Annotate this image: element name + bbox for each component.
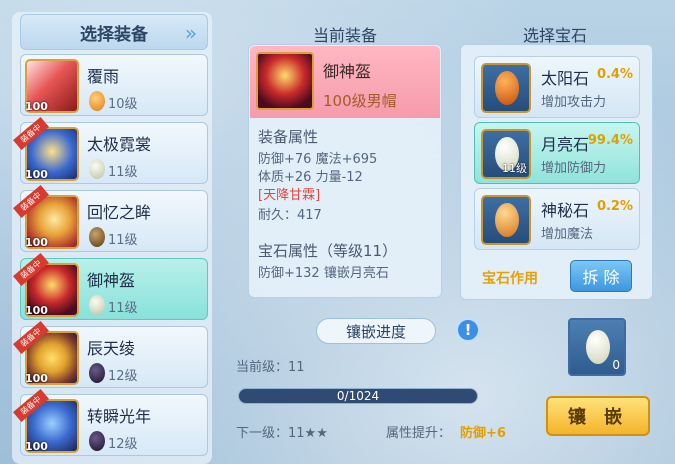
equipment-level: 100 bbox=[25, 100, 48, 113]
equipment-level: 100 bbox=[25, 372, 48, 385]
progress-text: 0/1024 bbox=[336, 389, 380, 403]
special-effect: [天降甘霖] bbox=[258, 188, 321, 203]
gem-percentage: 0.4% bbox=[596, 67, 633, 82]
gem-description: 增加攻击力 bbox=[541, 95, 607, 110]
sun-gem-icon bbox=[89, 91, 105, 111]
gem-level: 11级 bbox=[108, 301, 138, 316]
gem-name: 神秘石 bbox=[541, 201, 590, 220]
gem-row[interactable]: 神秘石 0.2% 增加魔法 bbox=[474, 188, 640, 250]
equipment-name: 回忆之眸 bbox=[87, 203, 152, 222]
equipment-name: 太极霓裳 bbox=[87, 135, 152, 154]
sun-gem-icon bbox=[481, 63, 531, 113]
current-equipment-type: 100级男帽 bbox=[323, 92, 397, 110]
attribute-line: 防御+76 魔法+695 bbox=[258, 152, 378, 167]
gem-level: 12级 bbox=[108, 437, 138, 452]
progress-bar: 0/1024 bbox=[238, 388, 478, 404]
equipment-item[interactable]: 装备中 100 太极霓裳 11级 bbox=[13, 116, 208, 184]
gem-name: 太阳石 bbox=[541, 69, 590, 88]
attribute-boost-label: 属性提升： bbox=[386, 426, 452, 441]
moon-gem-icon bbox=[586, 330, 610, 364]
mystery-gem-icon bbox=[481, 195, 531, 245]
gem-description: 增加防御力 bbox=[541, 161, 607, 176]
equipment-item-selected[interactable]: 装备中 100 御神盔 11级 bbox=[13, 252, 208, 320]
equipment-level: 100 bbox=[25, 236, 48, 249]
attribute-boost-value: 防御+6 bbox=[460, 426, 506, 441]
next-level: 下一级：11★★ bbox=[236, 426, 328, 441]
gem-level: 10级 bbox=[108, 97, 138, 112]
gem-percentage: 0.2% bbox=[596, 199, 633, 214]
moon-gem-icon bbox=[89, 159, 105, 179]
equipment-name: 转瞬光年 bbox=[87, 407, 152, 426]
equipment-item[interactable]: 100 覆雨 10级 bbox=[20, 54, 208, 116]
gem-percentage: 99.4% bbox=[587, 133, 633, 148]
gem-level: 12级 bbox=[108, 369, 138, 384]
gem-row-selected[interactable]: 11级 月亮石 99.4% 增加防御力 bbox=[474, 122, 640, 184]
gem-count: 11级 bbox=[502, 162, 527, 175]
gem-slot[interactable]: 0 bbox=[568, 318, 626, 376]
inlay-button[interactable]: 镶 嵌 bbox=[546, 396, 650, 436]
gem-description: 增加魔法 bbox=[541, 227, 594, 242]
equipment-name: 御神盔 bbox=[87, 271, 136, 290]
black-gem-icon bbox=[89, 431, 105, 451]
current-equipment-title: 当前装备 bbox=[312, 26, 377, 45]
equipment-level: 100 bbox=[25, 440, 48, 453]
moon-gem-icon bbox=[89, 295, 105, 315]
helmet-icon bbox=[256, 52, 314, 110]
current-level: 当前级：11 bbox=[236, 360, 305, 375]
equipment-name: 辰天绫 bbox=[87, 339, 136, 358]
gem-row[interactable]: 太阳石 0.4% 增加攻击力 bbox=[474, 56, 640, 118]
equipment-level: 100 bbox=[25, 304, 48, 317]
gem-name: 月亮石 bbox=[541, 135, 590, 154]
current-equipment-name: 御神盔 bbox=[323, 62, 372, 81]
gem-level: 11级 bbox=[108, 165, 138, 180]
info-icon[interactable]: ! bbox=[456, 318, 480, 342]
gem-attribute-heading: 宝石属性（等级11） bbox=[258, 242, 398, 260]
dark-gem-icon bbox=[89, 227, 105, 247]
equipment-item[interactable]: 装备中 100 回忆之眸 11级 bbox=[13, 184, 208, 252]
attribute-line: 体质+26 力量-12 bbox=[258, 170, 363, 185]
equipment-name: 覆雨 bbox=[87, 67, 120, 86]
durability: 耐久：417 bbox=[258, 208, 322, 223]
equipment-level: 100 bbox=[25, 168, 48, 181]
gem-effect-link[interactable]: 宝石作用 bbox=[482, 268, 538, 288]
black-gem-icon bbox=[89, 363, 105, 383]
gem-panel-title: 选择宝石 bbox=[522, 26, 587, 45]
attribute-heading: 装备属性 bbox=[258, 128, 319, 146]
equipment-item[interactable]: 装备中 100 转瞬光年 12级 bbox=[13, 388, 208, 456]
inlay-progress-label: 镶嵌进度 bbox=[316, 318, 436, 344]
gem-attribute-line: 防御+132 镶嵌月亮石 bbox=[258, 266, 389, 281]
moon-gem-icon: 11级 bbox=[481, 129, 531, 179]
equipment-item[interactable]: 装备中 100 辰天绫 12级 bbox=[13, 320, 208, 388]
slot-count: 0 bbox=[612, 358, 620, 372]
gem-level: 11级 bbox=[108, 233, 138, 248]
double-arrow-icon[interactable]: » bbox=[178, 20, 204, 46]
remove-button[interactable]: 拆 除 bbox=[570, 260, 632, 292]
